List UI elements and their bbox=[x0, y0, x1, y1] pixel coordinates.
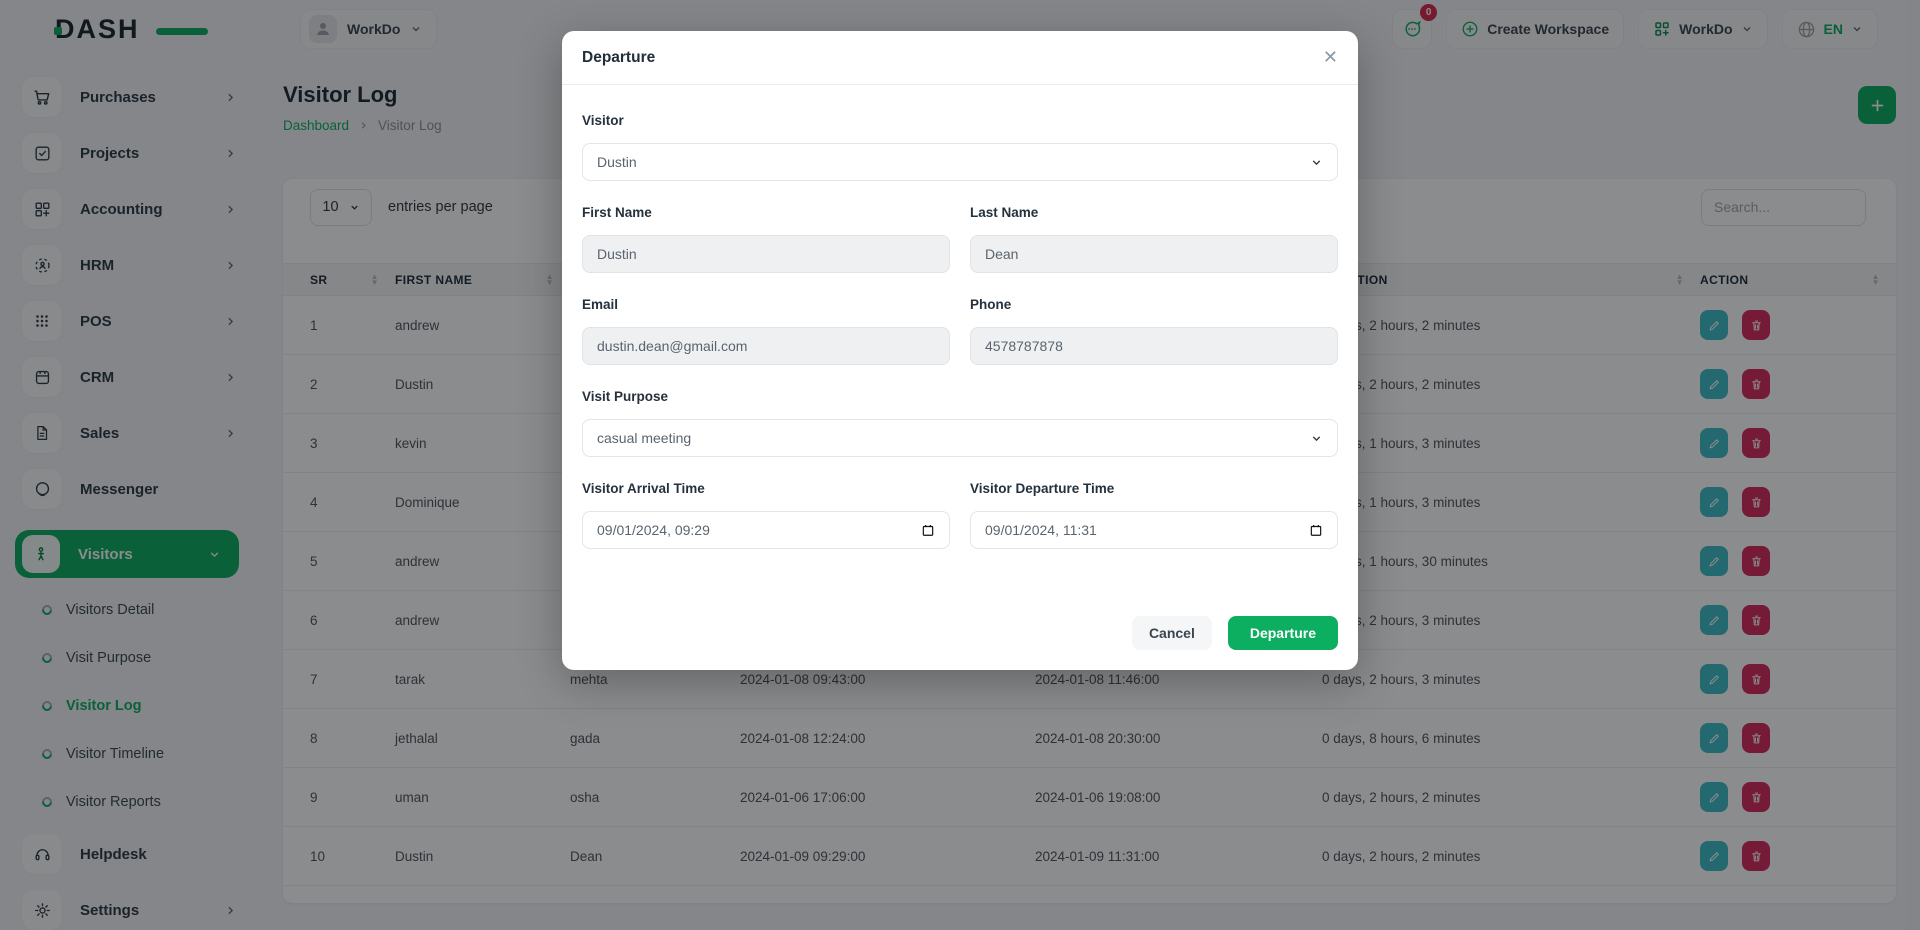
first-name-label: First Name bbox=[582, 205, 950, 225]
modal-footer: Cancel Departure bbox=[562, 616, 1358, 670]
departure-submit-button[interactable]: Departure bbox=[1228, 616, 1338, 650]
last-name-input[interactable]: Dean bbox=[970, 235, 1338, 273]
email-field-group: Email dustin.dean@gmail.com bbox=[582, 297, 950, 365]
visit-purpose-select[interactable]: casual meeting bbox=[582, 419, 1338, 457]
visitor-select[interactable]: Dustin bbox=[582, 143, 1338, 181]
email-label: Email bbox=[582, 297, 950, 317]
email-input[interactable]: dustin.dean@gmail.com bbox=[582, 327, 950, 365]
time-fields-row: Visitor Arrival Time 09/01/2024, 09:29 V… bbox=[582, 481, 1338, 573]
visitor-selected-value: Dustin bbox=[597, 154, 1310, 170]
last-name-field-group: Last Name Dean bbox=[970, 205, 1338, 273]
phone-input[interactable]: 4578787878 bbox=[970, 327, 1338, 365]
name-fields-row: First Name Dustin Last Name Dean bbox=[582, 205, 1338, 297]
first-name-input[interactable]: Dustin bbox=[582, 235, 950, 273]
departure-modal: Departure ✕ Visitor Dustin First Name Du… bbox=[562, 31, 1358, 670]
arrival-time-value: 09/01/2024, 09:29 bbox=[597, 522, 710, 538]
arrival-time-field-group: Visitor Arrival Time 09/01/2024, 09:29 bbox=[582, 481, 950, 549]
visit-purpose-field-group: Visit Purpose casual meeting bbox=[582, 389, 1338, 457]
visitor-label: Visitor bbox=[582, 113, 1338, 133]
cancel-button[interactable]: Cancel bbox=[1132, 616, 1212, 650]
modal-header: Departure ✕ bbox=[562, 31, 1358, 85]
chevron-down-icon bbox=[1310, 432, 1323, 445]
visitor-field-group: Visitor Dustin bbox=[582, 113, 1338, 181]
chevron-down-icon bbox=[1310, 156, 1323, 169]
arrival-time-input[interactable]: 09/01/2024, 09:29 bbox=[582, 511, 950, 549]
phone-label: Phone bbox=[970, 297, 1338, 317]
modal-body: Visitor Dustin First Name Dustin Last Na… bbox=[562, 85, 1358, 616]
close-icon[interactable]: ✕ bbox=[1323, 47, 1338, 68]
arrival-time-label: Visitor Arrival Time bbox=[582, 481, 950, 501]
phone-field-group: Phone 4578787878 bbox=[970, 297, 1338, 365]
calendar-icon[interactable] bbox=[1309, 523, 1323, 537]
contact-fields-row: Email dustin.dean@gmail.com Phone 457878… bbox=[582, 297, 1338, 389]
last-name-label: Last Name bbox=[970, 205, 1338, 225]
visit-purpose-selected-value: casual meeting bbox=[597, 430, 1310, 446]
departure-time-field-group: Visitor Departure Time 09/01/2024, 11:31 bbox=[970, 481, 1338, 549]
app-root: DASH WorkDo 0 bbox=[0, 0, 1920, 930]
calendar-icon[interactable] bbox=[921, 523, 935, 537]
departure-time-label: Visitor Departure Time bbox=[970, 481, 1338, 501]
modal-title: Departure bbox=[582, 49, 655, 67]
departure-time-value: 09/01/2024, 11:31 bbox=[985, 522, 1097, 538]
departure-time-input[interactable]: 09/01/2024, 11:31 bbox=[970, 511, 1338, 549]
first-name-field-group: First Name Dustin bbox=[582, 205, 950, 273]
visit-purpose-label: Visit Purpose bbox=[582, 389, 1338, 409]
